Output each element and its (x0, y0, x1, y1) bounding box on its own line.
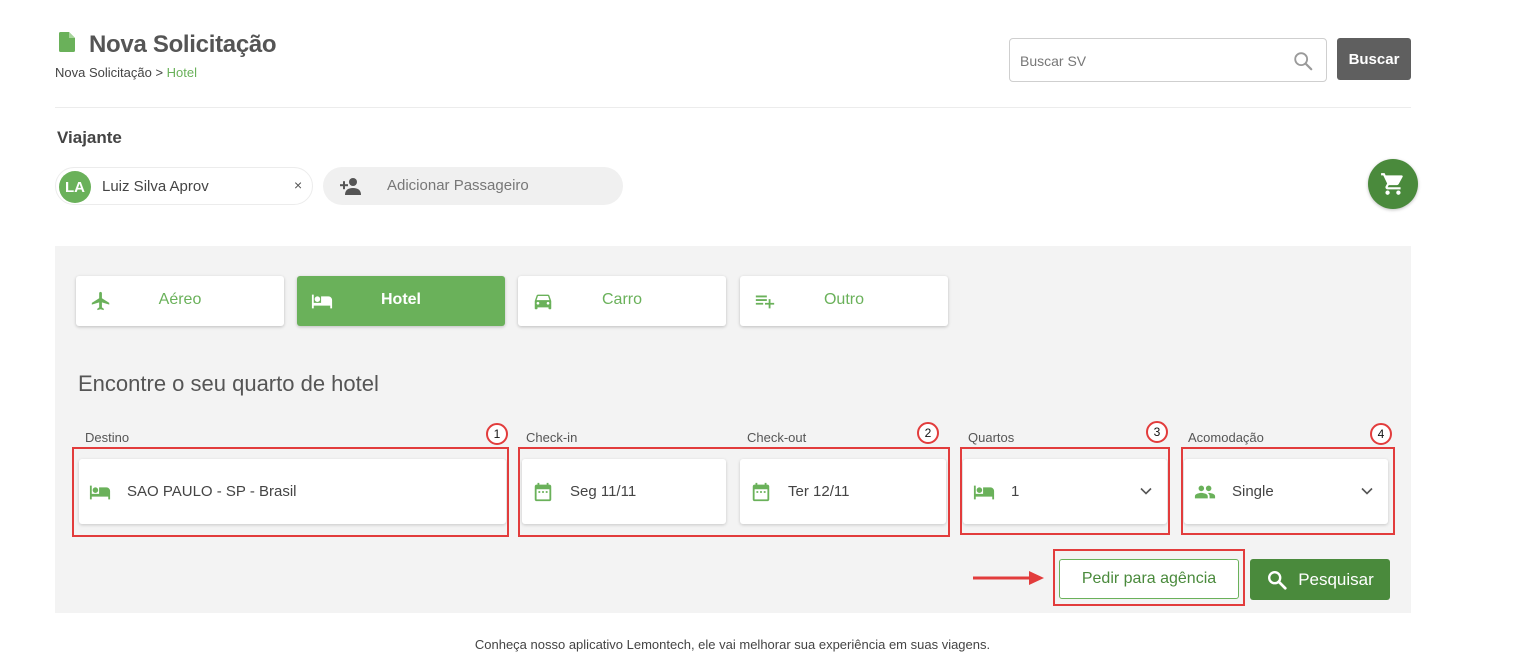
tab-aereo-label: Aéreo (158, 291, 202, 308)
shopping-cart-icon (1381, 173, 1403, 195)
add-passenger-label: Adicionar Passageiro (387, 177, 529, 194)
tab-aereo[interactable]: Aéreo (76, 276, 284, 326)
person-add-icon (340, 178, 361, 195)
checkout-label: Check-out (747, 430, 807, 445)
tab-carro[interactable]: Carro (518, 276, 726, 326)
tab-hotel-label: Hotel (381, 291, 421, 308)
buscar-button[interactable]: Buscar (1337, 38, 1411, 80)
breadcrumb: Nova Solicitação > Hotel (55, 65, 197, 80)
hotel-search-panel: Aéreo Hotel Carro Outro Encontre o seu q… (55, 246, 1411, 613)
traveler-name: Luiz Silva Aprov (102, 178, 209, 195)
annotation-box-2 (518, 447, 950, 537)
page-title: Nova Solicitação (89, 31, 277, 58)
pedir-agencia-button[interactable]: Pedir para agência (1059, 559, 1239, 599)
annotation-badge-3: 3 (1146, 421, 1168, 443)
annotation-box-4 (1181, 447, 1395, 535)
destino-label: Destino (85, 430, 130, 445)
search-sv-box (1009, 38, 1327, 82)
breadcrumb-parent[interactable]: Nova Solicitação (55, 65, 152, 80)
close-icon[interactable]: × (294, 177, 302, 193)
pesquisar-label: Pesquisar (1298, 569, 1374, 589)
tab-outro-label: Outro (823, 291, 864, 308)
tab-outro[interactable]: Outro (740, 276, 948, 326)
checkin-label: Check-in (526, 430, 578, 445)
breadcrumb-separator: > (151, 65, 167, 80)
annotation-box-3 (960, 447, 1170, 535)
annotation-badge-2: 2 (917, 422, 939, 444)
annotation-badge-4: 4 (1370, 423, 1392, 445)
annotation-arrow-icon (973, 571, 1044, 585)
cart-button[interactable] (1368, 159, 1418, 209)
annotation-box-1 (72, 447, 509, 537)
pesquisar-button[interactable]: Pesquisar (1250, 559, 1390, 600)
tab-carro-label: Carro (601, 291, 642, 308)
traveler-chip[interactable]: LA Luiz Silva Aprov × (55, 167, 313, 205)
acomodacao-label: Acomodação (1188, 430, 1264, 445)
breadcrumb-current: Hotel (166, 65, 198, 80)
header-divider (55, 107, 1411, 108)
add-passenger-button[interactable]: Adicionar Passageiro (323, 167, 623, 205)
document-icon (59, 32, 75, 52)
travelers-title: Viajante (57, 128, 122, 147)
search-sv-input[interactable] (1020, 51, 1280, 71)
search-icon (1268, 570, 1287, 590)
annotation-badge-1: 1 (486, 423, 508, 445)
search-icon[interactable] (1292, 50, 1314, 72)
tab-hotel[interactable]: Hotel (297, 276, 505, 326)
section-heading: Encontre o seu quarto de hotel (78, 371, 379, 396)
footer-text: Conheça nosso aplicativo Lemontech, ele … (474, 637, 991, 652)
avatar: LA (59, 171, 91, 203)
quartos-label: Quartos (968, 430, 1015, 445)
